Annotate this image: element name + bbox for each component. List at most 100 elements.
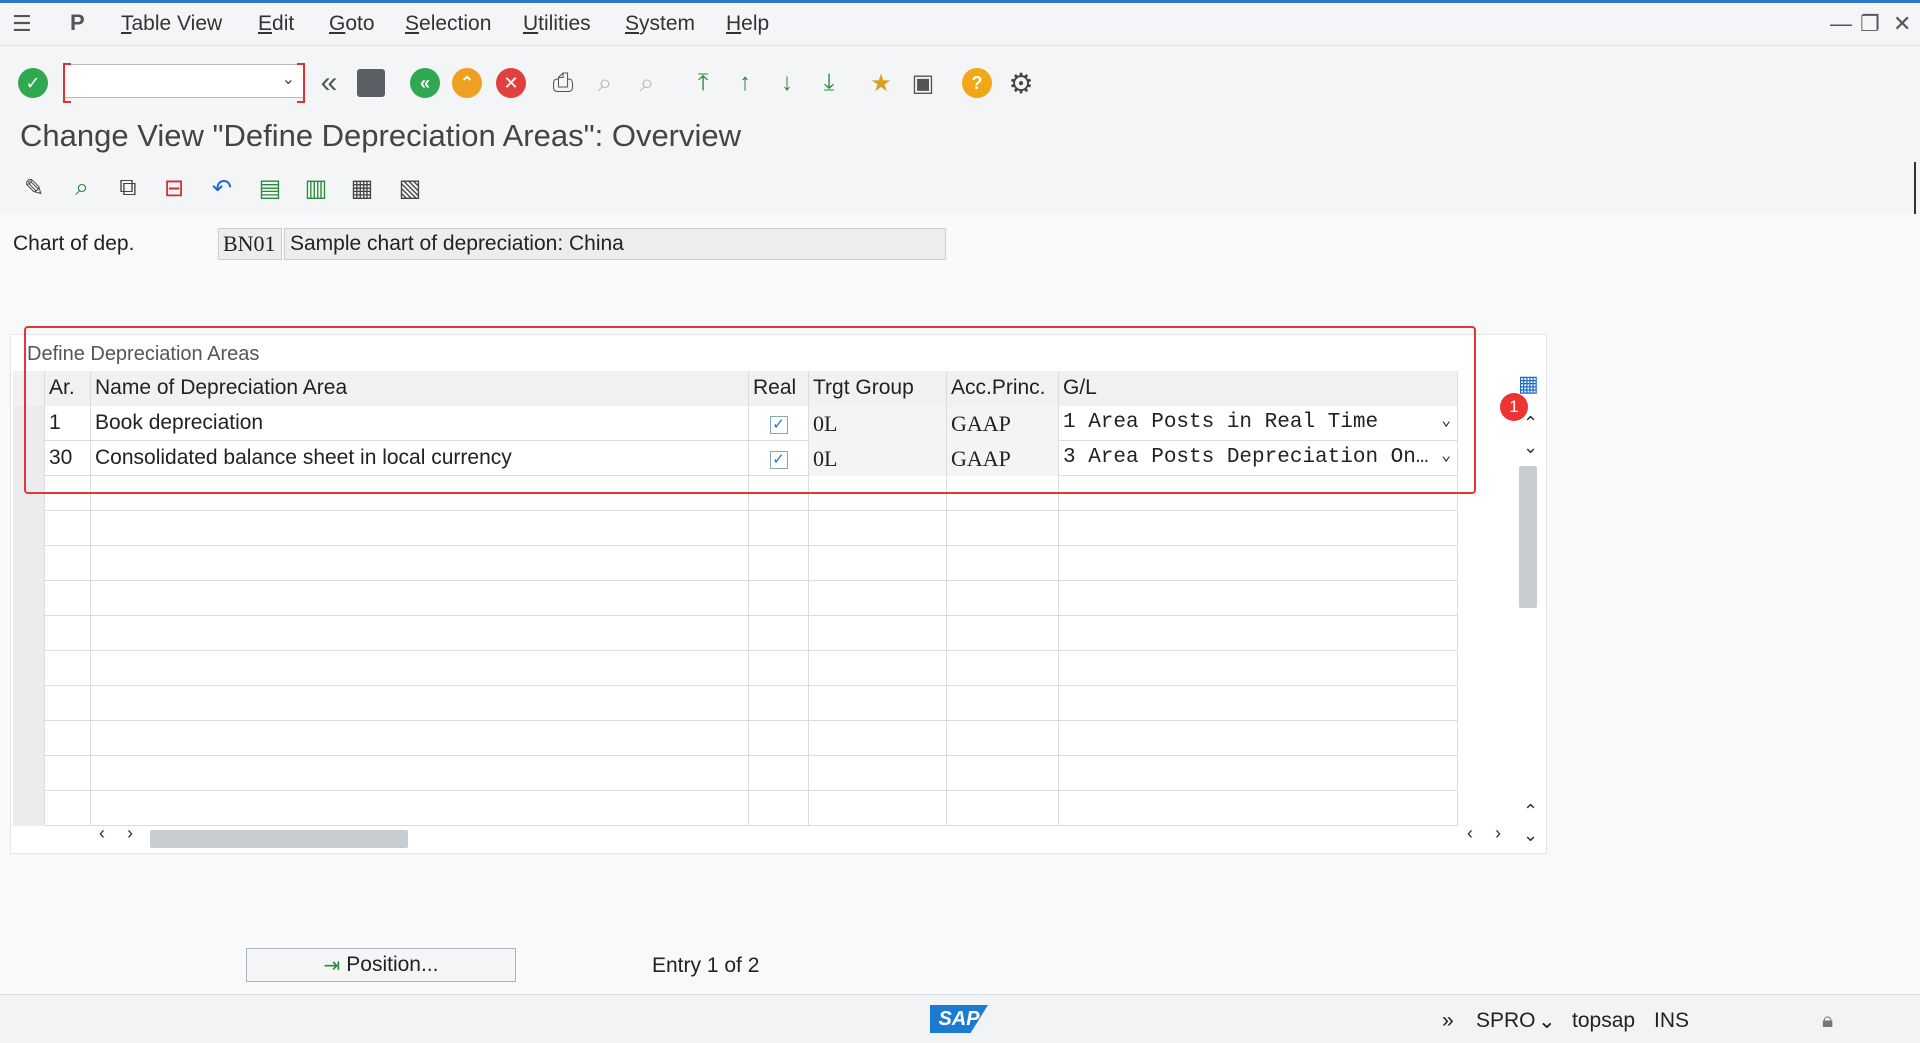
empty-cell xyxy=(947,511,1059,546)
empty-cell xyxy=(45,616,91,651)
menu-icon[interactable]: ☰ xyxy=(12,11,32,37)
deselect-all-icon[interactable]: ▦ xyxy=(346,172,378,204)
exit-icon[interactable]: ⌃ xyxy=(450,66,484,100)
empty-cell xyxy=(947,581,1059,616)
toolbar-icons: « « ⌃ ✕ ⎙ ⌕ ⌕ ⤒ ↑ ↓ ⤓ ★ ▣ ? ⚙ xyxy=(0,46,1920,112)
empty-cell xyxy=(809,616,947,651)
menu-utilities[interactable]: Utilities xyxy=(523,12,591,36)
table-settings-icon[interactable]: ▦ xyxy=(1518,371,1539,397)
previous-page-icon[interactable]: ↑ xyxy=(728,66,762,100)
title-bar: Change View "Define Depreciation Areas":… xyxy=(0,112,1920,163)
print-icon[interactable]: ⎙ xyxy=(546,66,580,100)
display-change-icon[interactable]: ✎ xyxy=(18,172,50,204)
scroll-page-down-icon[interactable]: ⌄ xyxy=(1523,825,1538,846)
empty-cell xyxy=(749,511,809,546)
restore-icon[interactable]: ❐ xyxy=(1860,11,1880,37)
last-page-icon[interactable]: ⤓ xyxy=(812,66,846,100)
sap-p-icon[interactable]: P xyxy=(70,10,85,36)
empty-cell xyxy=(947,756,1059,791)
empty-cell xyxy=(1059,616,1458,651)
shortcut-icon[interactable]: ▣ xyxy=(906,66,940,100)
chart-of-dep-description: Sample chart of depreciation: China xyxy=(284,228,946,260)
select-block-icon[interactable]: ▥ xyxy=(300,172,332,204)
status-server: topsap xyxy=(1572,1009,1636,1032)
empty-cell xyxy=(91,756,749,791)
empty-table-row xyxy=(13,756,1458,791)
print-preview-icon[interactable]: ▧ xyxy=(394,172,426,204)
empty-cell xyxy=(45,511,91,546)
empty-cell xyxy=(809,651,947,686)
cancel-icon[interactable]: ✕ xyxy=(494,66,528,100)
row-selector xyxy=(13,581,45,616)
close-window-icon[interactable]: ✕ xyxy=(1893,11,1911,37)
empty-cell xyxy=(809,686,947,721)
empty-cell xyxy=(45,581,91,616)
vertical-scrollbar-thumb[interactable] xyxy=(1519,466,1537,608)
empty-cell xyxy=(1059,546,1458,581)
undo-icon[interactable]: ↶ xyxy=(206,172,238,204)
empty-cell xyxy=(91,686,749,721)
status-transaction[interactable]: SPRO xyxy=(1476,1009,1536,1033)
settings-gear-icon[interactable]: ⚙ xyxy=(1004,66,1038,100)
details-icon[interactable]: ⌕ xyxy=(66,172,98,204)
menu-selection[interactable]: Selection xyxy=(405,12,491,36)
empty-cell xyxy=(809,511,947,546)
menu-goto[interactable]: Goto xyxy=(329,12,375,36)
help-icon[interactable]: ? xyxy=(960,66,994,100)
empty-cell xyxy=(749,546,809,581)
find-next-icon[interactable]: ⌕ xyxy=(630,66,664,100)
scroll-right-end-icon[interactable]: › xyxy=(1495,823,1501,844)
status-expand-icon[interactable]: » xyxy=(1442,1009,1454,1033)
chart-of-dep-field: BN01 xyxy=(218,228,282,260)
empty-cell xyxy=(91,581,749,616)
empty-cell xyxy=(91,616,749,651)
save-icon[interactable] xyxy=(354,66,388,100)
sap-logo: SAP xyxy=(930,1005,988,1033)
back-icon[interactable]: « xyxy=(408,66,442,100)
row-selector xyxy=(13,651,45,686)
empty-cell xyxy=(809,721,947,756)
chevron-down-icon[interactable]: ⌄ xyxy=(1538,1009,1556,1034)
position-button[interactable]: ⇥ Position... xyxy=(246,948,516,982)
minimize-icon[interactable]: — xyxy=(1830,11,1852,37)
empty-cell xyxy=(749,791,809,826)
empty-cell xyxy=(749,721,809,756)
copy-as-icon[interactable]: ⧉ xyxy=(112,172,144,204)
empty-cell xyxy=(1059,721,1458,756)
scroll-left-icon[interactable]: ‹ xyxy=(99,823,105,844)
scroll-left-end-icon[interactable]: ‹ xyxy=(1467,823,1473,844)
scroll-right-icon[interactable]: › xyxy=(127,823,133,844)
empty-table-row xyxy=(13,546,1458,581)
menu-help[interactable]: Help xyxy=(726,12,769,36)
menu-edit[interactable]: Edit xyxy=(258,12,294,36)
scroll-down-icon[interactable]: ⌄ xyxy=(1523,437,1538,458)
find-icon[interactable]: ⌕ xyxy=(588,66,622,100)
empty-cell xyxy=(45,651,91,686)
empty-cell xyxy=(749,581,809,616)
empty-cell xyxy=(809,756,947,791)
menu-system[interactable]: System xyxy=(625,12,695,36)
empty-cell xyxy=(749,686,809,721)
first-page-icon[interactable]: ⤒ xyxy=(686,66,720,100)
annotation-badge: 1 xyxy=(1500,393,1528,421)
scroll-up-icon[interactable]: ⌃ xyxy=(1523,413,1538,434)
empty-table-row xyxy=(13,721,1458,756)
empty-cell xyxy=(91,791,749,826)
entry-counter: Entry 1 of 2 xyxy=(652,954,760,977)
chart-of-dep-label: Chart of dep. xyxy=(13,232,135,255)
select-all-icon[interactable]: ▤ xyxy=(254,172,286,204)
empty-cell xyxy=(809,581,947,616)
double-left-icon[interactable]: « xyxy=(312,66,346,100)
empty-cell xyxy=(1059,511,1458,546)
scroll-page-up-icon[interactable]: ⌃ xyxy=(1523,801,1538,822)
delete-icon[interactable]: ⊟ xyxy=(158,172,190,204)
empty-cell xyxy=(45,756,91,791)
menu-table-view[interactable]: Table View xyxy=(121,12,222,36)
status-mode[interactable]: INS xyxy=(1654,1009,1689,1033)
row-selector xyxy=(13,686,45,721)
create-session-icon[interactable]: ★ xyxy=(864,66,898,100)
horizontal-scrollbar-thumb[interactable] xyxy=(150,830,408,848)
next-page-icon[interactable]: ↓ xyxy=(770,66,804,100)
empty-cell xyxy=(1059,791,1458,826)
empty-cell xyxy=(91,546,749,581)
